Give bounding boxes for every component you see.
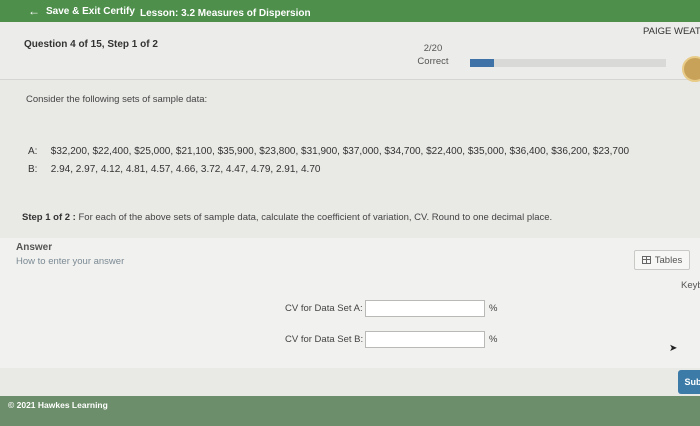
cv-b-input[interactable] [365,331,485,348]
data-set-a: A: $32,200, $22,400, $25,000, $21,100, $… [28,146,629,157]
user-name[interactable]: PAIGE WEATH [643,26,700,37]
cv-a-input[interactable] [365,300,485,317]
table-icon [641,256,651,264]
answer-title: Answer [16,242,53,253]
question-number: Question 4 of 15, Step 1 of 2 [24,39,158,50]
tables-button[interactable]: Tables [634,250,690,270]
percent-unit-a: % [489,303,498,314]
keypad-button[interactable]: Keyb [681,280,700,291]
progress-fill [470,59,494,67]
question-header: Question 4 of 15, Step 1 of 2 2/20 Corre… [0,22,700,82]
avatar-badge[interactable] [682,56,700,82]
percent-unit-b: % [489,334,498,345]
footer: © 2021 Hawkes Learning [0,396,700,426]
top-bar: ← Save & Exit Certify Lesson: 3.2 Measur… [0,0,700,24]
score-status: Correct [417,56,449,67]
back-arrow-icon: ← [28,4,40,18]
data-set-a-label: A: [28,146,38,157]
data-set-b-label: B: [28,164,38,175]
step-instructions: Step 1 of 2 : For each of the above sets… [22,212,552,223]
data-set-b: B: 2.94, 2.97, 4.12, 4.81, 4.57, 4.66, 3… [28,164,320,175]
cv-a-label: CV for Data Set A: [285,303,363,314]
copyright-text: © 2021 Hawkes Learning [8,400,108,410]
lesson-title: Lesson: 3.2 Measures of Dispersion [140,8,311,19]
score-value: 2/20 [423,43,443,54]
save-exit-label: Save & Exit Certify [46,5,135,17]
score-display: 2/20 Correct [408,42,458,68]
cv-b-label: CV for Data Set B: [285,334,364,345]
save-exit-button[interactable]: ← Save & Exit Certify [28,4,135,18]
submit-button[interactable]: Sub [678,370,700,394]
step-label: Step 1 of 2 : [22,212,76,223]
data-set-a-values: $32,200, $22,400, $25,000, $21,100, $35,… [50,146,630,157]
how-to-enter-link[interactable]: How to enter your answer [16,256,124,267]
step-text: For each of the above sets of sample dat… [78,212,553,223]
answer-area: Answer How to enter your answer Tables K… [0,238,700,368]
mouse-cursor-icon: ➤ [669,343,678,354]
data-set-b-values: 2.94, 2.97, 4.12, 4.81, 4.57, 4.66, 3.72… [50,164,321,175]
tables-label: Tables [654,254,683,266]
progress-bar [470,59,666,67]
problem-intro: Consider the following sets of sample da… [26,94,208,105]
main-panel: Question 4 of 15, Step 1 of 2 2/20 Corre… [0,22,700,400]
